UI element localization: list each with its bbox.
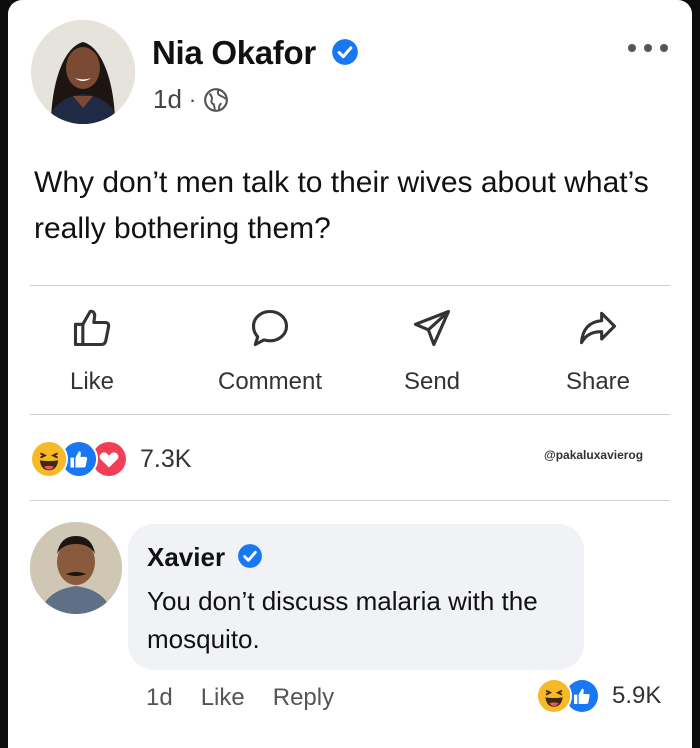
send-label: Send [403,368,461,395]
divider [30,414,670,415]
comment-label: Comment [217,368,323,395]
more-icon-dot [660,44,668,52]
reaction-count: 7.3K [140,444,192,473]
reaction-summary[interactable]: 7.3K [30,440,191,478]
comment-button[interactable]: Comment [200,306,340,396]
verified-badge-icon [238,544,262,568]
commenter-avatar[interactable] [30,522,122,614]
post-card: Nia Okafor 1d · Why don’t men talk to th… [8,0,692,748]
like-button[interactable]: Like [22,306,162,396]
post-timestamp[interactable]: 1d [153,84,182,115]
comment-text: You don’t discuss malaria with the mosqu… [147,586,538,654]
like-label: Like [69,368,115,395]
comment-timestamp[interactable]: 1d [146,684,173,712]
share-button[interactable]: Share [528,306,668,396]
globe-icon [204,87,229,112]
more-icon-dot [644,44,652,52]
comment-reaction-summary[interactable]: 5.9K [536,678,661,714]
meta-separator: · [188,86,197,112]
like-icon [73,309,111,347]
send-button[interactable]: Send [362,306,502,396]
comment-like-button[interactable]: Like [201,684,245,712]
comment-reply-button[interactable]: Reply [273,684,334,712]
haha-reaction-icon [30,440,68,478]
share-label: Share [565,368,631,395]
comment-icon [251,309,289,347]
comment-meta: 1d Like Reply [146,684,362,712]
post-text: Why don’t men talk to their wives about … [34,166,649,245]
divider [30,500,670,501]
divider [30,285,670,286]
post-meta: 1d · [153,84,229,115]
commenter-name[interactable]: Xavier [147,542,225,573]
author-avatar[interactable] [31,20,135,124]
watermark: @pakaluxavierog [544,448,644,462]
comment-reaction-count: 5.9K [612,682,662,709]
more-options-button[interactable] [628,38,668,58]
more-icon-dot [628,44,636,52]
share-icon [579,311,617,345]
author-name[interactable]: Nia Okafor [152,34,316,72]
send-icon [413,309,451,347]
verified-badge-icon [332,39,358,65]
haha-reaction-icon [536,678,572,714]
